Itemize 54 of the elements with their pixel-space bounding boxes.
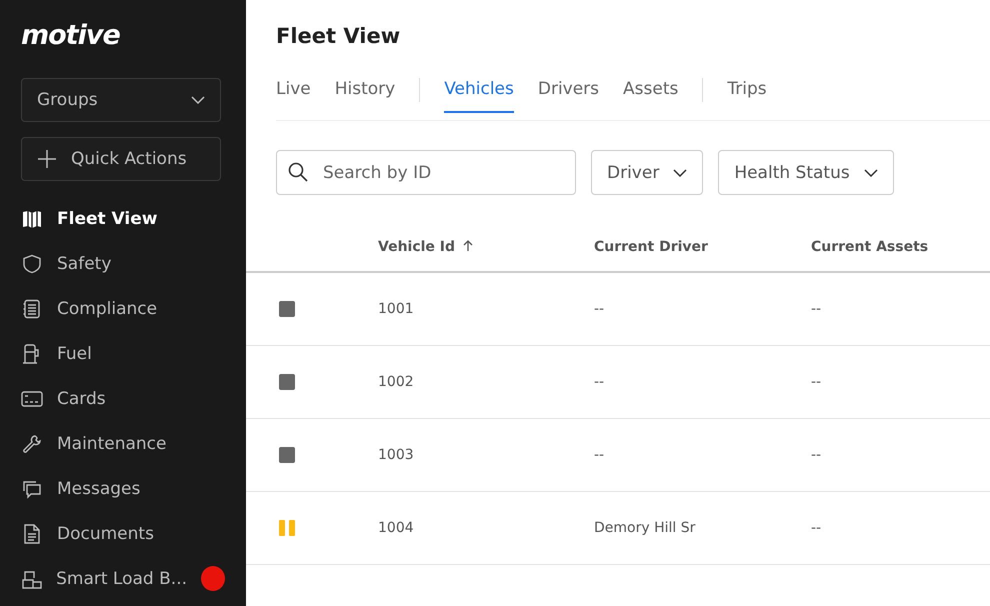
plus-icon [37,149,57,169]
chevron-down-icon [673,168,688,176]
nav-item[interactable]: Maintenance [57,434,166,454]
tab[interactable]: Vehicles [444,78,514,113]
table-cell: 1001 [378,301,414,317]
nav-item[interactable]: Smart Load B... [56,568,187,588]
stopped-status-icon [279,301,295,317]
tab[interactable]: Drivers [538,78,600,113]
table-cell: -- [811,301,822,317]
table-cell: -- [594,301,604,317]
tab[interactable]: Trips [727,78,767,113]
nav-item[interactable]: Documents [57,524,154,544]
filter-dropdown[interactable]: Health Status [718,150,894,195]
stopped-status-icon [279,447,295,463]
chat-icon [22,478,42,498]
document-icon [23,524,41,544]
table-cell: -- [811,374,822,390]
nav-item[interactable]: Cards [57,388,106,408]
chevron-down-icon [864,168,878,176]
column-header[interactable]: Vehicle Id [378,239,474,255]
table-cell: -- [594,447,604,463]
nav-item[interactable]: Safety [57,254,112,274]
wrench-icon [22,434,42,454]
notebook-icon [22,298,42,318]
page-title: Fleet View [275,23,402,48]
tab[interactable]: History [334,78,396,113]
motive-logo: motive [21,20,120,51]
table-cell: 1004 [378,520,414,536]
stopped-status-icon [279,374,295,390]
boxes-icon [22,568,42,588]
tab[interactable]: Live [276,78,311,113]
search-field[interactable]: Search by ID [276,150,576,195]
table-cell: -- [811,447,822,463]
table-cell: Demory Hill Sr [594,520,696,536]
table-cell: -- [811,520,822,536]
column-header[interactable]: Current Driver [594,239,708,255]
nav-item[interactable]: Fuel [57,344,92,364]
nav-item[interactable]: Compliance [57,298,158,318]
table-cell: 1002 [378,374,414,390]
sort-arrow-icon [463,240,474,252]
groups-dropdown[interactable]: Groups [21,78,221,122]
column-header[interactable]: Current Assets [811,239,928,255]
map-icon [22,208,42,228]
nav-item[interactable]: Messages [57,478,140,498]
table-cell: 1003 [378,447,414,463]
quick-actions-button[interactable]: Quick Actions [21,137,221,181]
filter-dropdown[interactable]: Driver [591,150,704,195]
card-icon [21,390,43,406]
nav-item[interactable]: Fleet View [57,208,158,228]
table-cell: -- [594,374,604,390]
paused-status-icon [279,520,295,536]
tab[interactable]: Assets [623,78,678,113]
chevron-down-icon [191,96,205,104]
shield-icon [22,254,42,274]
